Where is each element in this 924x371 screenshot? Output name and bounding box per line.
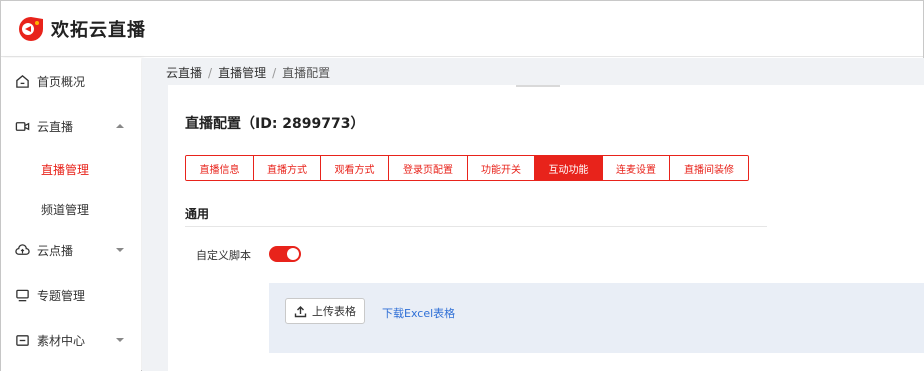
tab-feature-switch[interactable]: 功能开关 <box>468 156 535 180</box>
sidebar-item-vod[interactable]: 云点播 <box>1 235 141 265</box>
sidebar-item-label: 云直播 <box>37 119 74 134</box>
sidebar-item-live-management[interactable]: 直播管理 <box>1 154 141 184</box>
breadcrumb-item-live-management[interactable]: 直播管理 <box>218 66 266 80</box>
custom-script-label: 自定义脚本 <box>196 249 251 262</box>
tab-watch-mode[interactable]: 观看方式 <box>321 156 389 180</box>
sidebar-item-channel-management[interactable]: 频道管理 <box>1 194 141 224</box>
video-camera-icon <box>15 121 30 131</box>
config-tabs: 直播信息 直播方式 观看方式 登录页配置 功能开关 互动功能 连麦设置 直播间装… <box>185 155 749 181</box>
tab-live-info[interactable]: 直播信息 <box>186 156 254 180</box>
monitor-icon <box>16 289 29 301</box>
breadcrumb: 云直播 / 直播管理 / 直播配置 <box>166 64 330 81</box>
upload-icon <box>294 305 307 317</box>
breadcrumb-separator: / <box>208 66 213 80</box>
tab-interaction[interactable]: 互动功能 <box>535 156 603 180</box>
scroll-divider <box>516 85 560 87</box>
sidebar-item-home[interactable]: 首页概况 <box>1 66 141 96</box>
cloud-upload-icon <box>15 243 30 255</box>
tab-mic-settings[interactable]: 连麦设置 <box>603 156 670 180</box>
breadcrumb-item-current: 直播配置 <box>282 66 331 80</box>
tab-room-decoration[interactable]: 直播间装修 <box>670 156 748 180</box>
custom-script-toggle[interactable] <box>269 246 301 262</box>
download-excel-link[interactable]: 下载Excel表格 <box>382 305 455 321</box>
sidebar-item-label: 直播管理 <box>41 162 90 177</box>
section-divider <box>185 226 767 227</box>
tab-live-mode[interactable]: 直播方式 <box>254 156 321 180</box>
chevron-down-icon <box>116 248 124 252</box>
sidebar-item-label: 频道管理 <box>41 202 90 217</box>
toggle-knob <box>287 248 299 260</box>
upload-table-button[interactable]: 上传表格 <box>285 298 365 324</box>
chevron-down-icon <box>116 338 124 342</box>
folder-icon <box>16 334 29 346</box>
sidebar-item-label: 云点播 <box>37 243 74 258</box>
sidebar-item-topics[interactable]: 专题管理 <box>1 280 141 310</box>
upload-button-label: 上传表格 <box>312 305 356 318</box>
sidebar-item-live[interactable]: 云直播 <box>1 111 141 141</box>
sidebar: 首页概况 云直播 直播管理 频道管理 云点播 专题管理 素材中心 <box>1 58 141 371</box>
top-bar: 欢拓云直播 <box>1 1 923 57</box>
main-area: 云直播 / 直播管理 / 直播配置 直播配置（ID: 2899773） 直播信息 直播方… <box>142 58 924 371</box>
chevron-up-icon <box>116 124 124 128</box>
breadcrumb-separator: / <box>272 66 277 80</box>
page-title: 直播配置（ID: 2899773） <box>185 116 365 132</box>
upload-area: 上传表格 下载Excel表格 <box>269 283 924 353</box>
home-icon <box>16 74 29 88</box>
sidebar-item-label: 素材中心 <box>37 333 86 348</box>
brand-name: 欢拓云直播 <box>51 19 146 41</box>
sidebar-item-label: 专题管理 <box>37 288 86 303</box>
sidebar-item-label: 首页概况 <box>37 74 86 89</box>
config-panel: 直播配置（ID: 2899773） 直播信息 直播方式 观看方式 登录页配置 功… <box>168 85 924 371</box>
brand-logo-icon <box>19 16 43 41</box>
tab-login-page[interactable]: 登录页配置 <box>389 156 468 180</box>
section-title: 通用 <box>185 207 210 221</box>
breadcrumb-item-live[interactable]: 云直播 <box>166 66 202 80</box>
sidebar-item-materials[interactable]: 素材中心 <box>1 325 141 355</box>
